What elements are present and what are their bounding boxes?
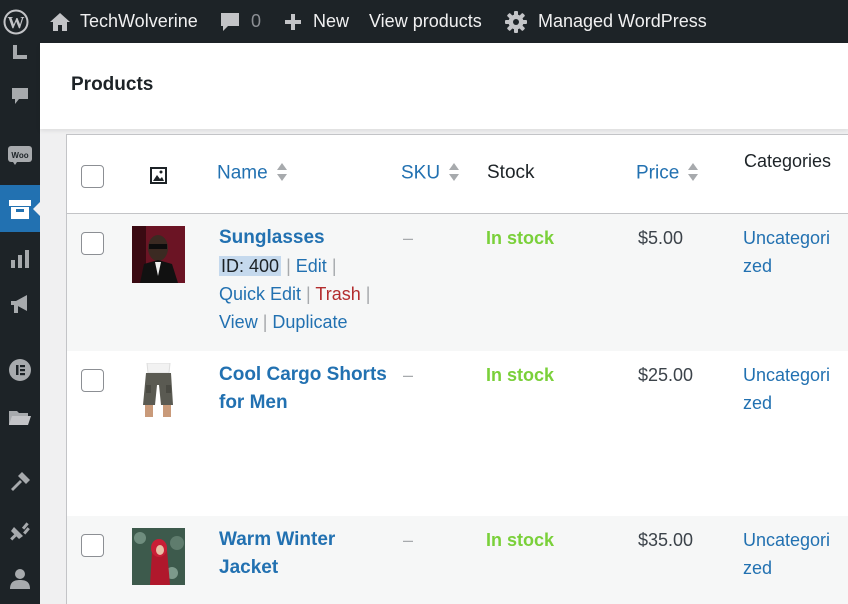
- comments-menu-icon[interactable]: [0, 81, 40, 111]
- templates-menu-icon[interactable]: [0, 403, 40, 433]
- categories-column-header: Categories: [744, 151, 832, 171]
- gear-icon: [504, 10, 528, 34]
- analytics-menu-icon[interactable]: [0, 244, 40, 274]
- category-link[interactable]: Uncategorized: [743, 224, 835, 280]
- table-row: Cool Cargo Shorts for Men – In stock $25…: [67, 351, 848, 516]
- category-link[interactable]: Uncategorized: [743, 361, 835, 417]
- product-name-link[interactable]: Warm Winter Jacket: [219, 526, 394, 582]
- admin-bar: W TechWolverine 0 New View products Mana…: [0, 0, 848, 43]
- product-name-link[interactable]: Cool Cargo Shorts for Men: [219, 361, 394, 417]
- managed-wordpress-label: Managed WordPress: [538, 11, 707, 31]
- sku-value: –: [403, 228, 414, 248]
- stock-column-header: Stock: [487, 162, 535, 184]
- media-menu-icon[interactable]: [0, 43, 40, 65]
- product-name-link[interactable]: Sunglasses: [219, 224, 394, 252]
- product-thumbnail[interactable]: [132, 528, 185, 585]
- trash-link[interactable]: Trash: [315, 284, 360, 304]
- separator: |: [331, 256, 337, 276]
- category-link[interactable]: Uncategorized: [743, 526, 835, 582]
- managed-wordpress-link[interactable]: Managed WordPress: [504, 0, 707, 43]
- svg-text:W: W: [8, 13, 25, 32]
- separator: |: [306, 284, 311, 304]
- quick-edit-link[interactable]: Quick Edit: [219, 284, 301, 304]
- sku-column-label: SKU: [401, 162, 441, 184]
- woocommerce-menu-icon[interactable]: Woo: [0, 140, 40, 170]
- separator: |: [365, 284, 371, 304]
- elementor-menu-icon[interactable]: [0, 355, 40, 385]
- active-menu-arrow: [33, 200, 41, 217]
- price-value: $35.00: [638, 530, 694, 550]
- select-all-checkbox[interactable]: [81, 165, 104, 188]
- sku-value: –: [403, 365, 414, 385]
- row-actions: ID: 400 | Edit | Quick Edit | Trash | Vi…: [219, 252, 394, 336]
- site-name-link[interactable]: TechWolverine: [49, 0, 198, 43]
- new-label: New: [313, 11, 350, 31]
- view-products-label: View products: [369, 11, 482, 31]
- comments-count: 0: [251, 11, 262, 31]
- site-name-label: TechWolverine: [80, 11, 198, 31]
- wordpress-logo-icon[interactable]: W: [3, 0, 29, 43]
- row-checkbox[interactable]: [81, 232, 104, 255]
- svg-text:Woo: Woo: [11, 151, 28, 160]
- row-checkbox[interactable]: [81, 534, 104, 557]
- image-column-icon: [150, 167, 167, 189]
- name-column-header[interactable]: Name: [217, 162, 288, 187]
- duplicate-link[interactable]: Duplicate: [272, 312, 347, 332]
- page-title: Products: [71, 74, 154, 95]
- price-column-label: Price: [636, 162, 680, 184]
- new-content-link[interactable]: New: [284, 0, 349, 43]
- comment-icon: [219, 11, 241, 33]
- products-menu-icon[interactable]: [0, 185, 41, 232]
- stock-status: In stock: [486, 365, 555, 385]
- sort-icon: [276, 162, 288, 187]
- view-products-link[interactable]: View products: [369, 0, 482, 43]
- products-table: Name SKU Stock Price Categories Sunglass…: [66, 134, 848, 604]
- separator: |: [262, 312, 268, 332]
- sku-column-header[interactable]: SKU: [401, 162, 460, 187]
- product-name-cell: Warm Winter Jacket: [219, 526, 394, 582]
- price-value: $5.00: [638, 228, 684, 248]
- stock-column-label: Stock: [487, 162, 535, 183]
- marketing-menu-icon[interactable]: [0, 289, 40, 319]
- appearance-menu-icon[interactable]: [0, 467, 40, 497]
- row-checkbox[interactable]: [81, 369, 104, 392]
- table-header: Name SKU Stock Price Categories: [67, 135, 848, 214]
- product-name-cell: Cool Cargo Shorts for Men: [219, 361, 394, 417]
- product-name-cell: Sunglasses ID: 400 | Edit | Quick Edit |…: [219, 224, 394, 336]
- separator: |: [286, 256, 291, 276]
- edit-link[interactable]: Edit: [296, 256, 327, 276]
- page-header: Products: [40, 43, 848, 129]
- price-column-header[interactable]: Price: [636, 162, 699, 187]
- sku-value: –: [403, 530, 414, 550]
- plus-icon: [284, 13, 302, 31]
- plugins-menu-icon[interactable]: [0, 515, 40, 545]
- name-column-label: Name: [217, 162, 268, 184]
- product-id: ID: 400: [219, 256, 282, 276]
- product-thumbnail[interactable]: [132, 363, 185, 420]
- sort-icon: [448, 162, 460, 187]
- admin-sidebar: Woo: [0, 43, 41, 604]
- stock-status: In stock: [486, 530, 555, 550]
- sort-icon: [687, 162, 699, 187]
- home-icon: [49, 12, 71, 32]
- product-thumbnail[interactable]: [132, 226, 185, 283]
- table-row: Sunglasses ID: 400 | Edit | Quick Edit |…: [67, 214, 848, 351]
- table-row: Warm Winter Jacket – In stock $35.00 Unc…: [67, 516, 848, 604]
- view-link[interactable]: View: [219, 312, 258, 332]
- stock-status: In stock: [486, 228, 555, 248]
- price-value: $25.00: [638, 365, 694, 385]
- users-menu-icon[interactable]: [0, 564, 40, 594]
- comments-link[interactable]: 0: [219, 0, 261, 43]
